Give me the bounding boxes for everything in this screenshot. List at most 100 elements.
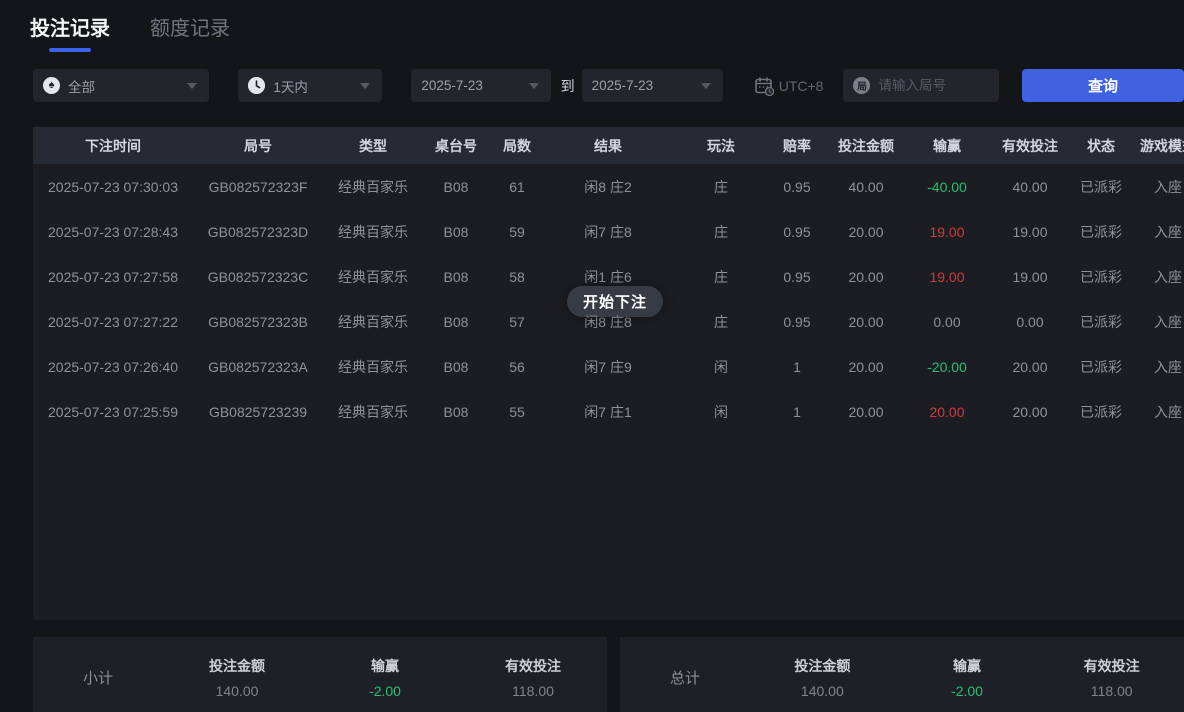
cell-status: 已派彩: [1075, 357, 1127, 377]
subtotal-card: 小计 投注金额 140.00 输赢 -2.00 有效投注 118.00: [33, 637, 607, 712]
table-row: 2025-07-23 07:25:59GB0825723239经典百家乐B085…: [33, 389, 1184, 434]
cell-status: 已派彩: [1075, 222, 1127, 242]
query-button[interactable]: 查询: [1022, 69, 1184, 102]
cell-game-id: GB0825723239: [193, 404, 323, 420]
calendar-clock-icon: [753, 75, 775, 97]
col-header-valid-bet: 有效投注: [985, 136, 1075, 156]
total-bet-amount: 投注金额 140.00: [750, 656, 895, 699]
cell-table-no: B08: [423, 179, 489, 195]
col-header-bet-amount: 投注金额: [823, 136, 909, 156]
chevron-down-icon: [529, 83, 539, 89]
cell-status: 已派彩: [1075, 177, 1127, 197]
game-type-dropdown[interactable]: ♠ 全部: [33, 69, 209, 102]
cell-odds: 0.95: [771, 269, 823, 285]
date-from-value: 2025-7-23: [421, 78, 483, 93]
cell-round: 58: [489, 269, 545, 285]
total-label: 总计: [620, 667, 750, 688]
total-win-loss: 输赢 -2.00: [895, 656, 1040, 699]
spade-icon: ♠: [43, 77, 60, 94]
stat-label: 输赢: [895, 656, 1040, 676]
cell-valid-bet: 40.00: [985, 179, 1075, 195]
cell-mode: 入座: [1127, 222, 1184, 242]
cell-game-id: GB082572323A: [193, 359, 323, 375]
subtotal-items: 投注金额 140.00 输赢 -2.00 有效投注 118.00: [163, 656, 607, 699]
round-search-input[interactable]: [878, 78, 988, 93]
tab-quota-records[interactable]: 额度记录: [150, 12, 230, 41]
date-to-value: 2025-7-23: [592, 78, 654, 93]
time-range-value: 1天内: [273, 76, 308, 96]
round-search-field[interactable]: 局: [843, 69, 998, 102]
cell-type: 经典百家乐: [323, 357, 423, 377]
cell-result: 闲7 庄1: [545, 402, 671, 422]
cell-odds: 1: [771, 404, 823, 420]
cell-play: 庄: [671, 267, 771, 287]
cell-bet: 20.00: [823, 224, 909, 240]
cell-type: 经典百家乐: [323, 177, 423, 197]
cell-win-loss: -40.00: [909, 179, 985, 195]
cell-time: 2025-07-23 07:28:43: [33, 224, 193, 240]
cell-odds: 0.95: [771, 224, 823, 240]
col-header-round: 局数: [489, 136, 545, 156]
cell-time: 2025-07-23 07:27:22: [33, 314, 193, 330]
stat-value: 140.00: [750, 683, 895, 699]
cell-odds: 0.95: [771, 314, 823, 330]
cell-valid-bet: 0.00: [985, 314, 1075, 330]
cell-table-no: B08: [423, 269, 489, 285]
cell-time: 2025-07-23 07:26:40: [33, 359, 193, 375]
clock-icon: [248, 77, 265, 94]
cell-table-no: B08: [423, 359, 489, 375]
game-type-value: 全部: [68, 76, 95, 96]
cell-status: 已派彩: [1075, 267, 1127, 287]
col-header-game-id: 局号: [193, 136, 323, 156]
cell-win-loss: 19.00: [909, 269, 985, 285]
cell-mode: 入座: [1127, 402, 1184, 422]
tab-bet-records[interactable]: 投注记录: [30, 12, 110, 52]
cell-time: 2025-07-23 07:25:59: [33, 404, 193, 420]
tab-bar: 投注记录 额度记录: [0, 0, 1184, 52]
tab-label: 额度记录: [150, 12, 230, 41]
col-header-table-no: 桌台号: [423, 136, 489, 156]
cell-type: 经典百家乐: [323, 222, 423, 242]
timezone-label: UTC+8: [779, 78, 824, 94]
cell-play: 庄: [671, 177, 771, 197]
cell-win-loss: 19.00: [909, 224, 985, 240]
cell-odds: 1: [771, 359, 823, 375]
cell-mode: 入座: [1127, 312, 1184, 332]
cell-game-id: GB082572323F: [193, 179, 323, 195]
col-header-type: 类型: [323, 136, 423, 156]
chevron-down-icon: [187, 83, 197, 89]
col-header-win-loss: 输赢: [909, 136, 985, 156]
cell-status: 已派彩: [1075, 312, 1127, 332]
cell-result: 闲7 庄8: [545, 222, 671, 242]
date-to-dropdown[interactable]: 2025-7-23: [582, 69, 723, 102]
chevron-down-icon: [701, 83, 711, 89]
total-items: 投注金额 140.00 输赢 -2.00 有效投注 118.00: [750, 656, 1184, 699]
to-label: 到: [561, 76, 575, 96]
stat-label: 输赢: [311, 656, 459, 676]
cell-time: 2025-07-23 07:30:03: [33, 179, 193, 195]
cell-mode: 入座: [1127, 267, 1184, 287]
table-row: 2025-07-23 07:30:03GB082572323F经典百家乐B086…: [33, 164, 1184, 209]
cell-play: 闲: [671, 402, 771, 422]
time-range-dropdown[interactable]: 1天内: [238, 69, 382, 102]
col-header-result: 结果: [545, 136, 671, 156]
cell-round: 61: [489, 179, 545, 195]
stat-label: 投注金额: [750, 656, 895, 676]
chevron-down-icon: [360, 83, 370, 89]
cell-table-no: B08: [423, 404, 489, 420]
date-from-dropdown[interactable]: 2025-7-23: [411, 69, 550, 102]
filter-bar: ♠ 全部 1天内 2025-7-23 到 2025-7-23 UTC: [0, 69, 1184, 102]
cell-game-id: GB082572323D: [193, 224, 323, 240]
cell-play: 庄: [671, 222, 771, 242]
cell-round: 56: [489, 359, 545, 375]
cell-table-no: B08: [423, 314, 489, 330]
cell-result: 闲1 庄6: [545, 267, 671, 287]
stat-value: -2.00: [311, 683, 459, 699]
cell-mode: 入座: [1127, 177, 1184, 197]
stat-value: 118.00: [1039, 683, 1184, 699]
cell-win-loss: 0.00: [909, 314, 985, 330]
total-card: 总计 投注金额 140.00 输赢 -2.00 有效投注 118.00: [620, 637, 1184, 712]
total-valid-bet: 有效投注 118.00: [1039, 656, 1184, 699]
cell-status: 已派彩: [1075, 402, 1127, 422]
cell-valid-bet: 20.00: [985, 404, 1075, 420]
